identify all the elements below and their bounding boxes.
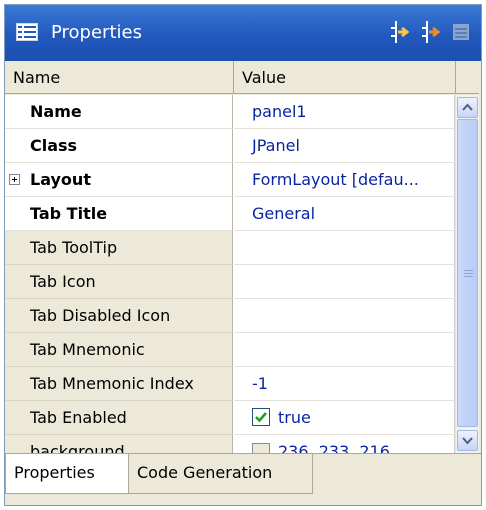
tab-code-generation[interactable]: Code Generation bbox=[129, 454, 313, 494]
panel-title: Properties bbox=[51, 22, 142, 43]
property-name: Name bbox=[5, 95, 233, 129]
column-header-corner bbox=[456, 61, 479, 94]
property-row-class[interactable]: Class JPanel bbox=[5, 129, 455, 163]
expand-plus-icon[interactable] bbox=[9, 174, 20, 185]
view-options-button[interactable] bbox=[448, 19, 474, 45]
view-icon bbox=[453, 24, 469, 40]
properties-icon bbox=[16, 23, 38, 41]
expand-all-button[interactable] bbox=[386, 19, 412, 45]
column-header-name[interactable]: Name bbox=[5, 61, 234, 94]
grip-line bbox=[464, 273, 473, 274]
property-value[interactable]: -1 bbox=[234, 367, 455, 401]
property-row-tab-tooltip[interactable]: Tab ToolTip bbox=[5, 231, 455, 265]
property-name: Tab ToolTip bbox=[5, 231, 233, 265]
property-row-tab-title[interactable]: Tab Title General bbox=[5, 197, 455, 231]
property-value[interactable]: General bbox=[234, 197, 455, 231]
grid-header: Name Value bbox=[5, 61, 479, 95]
property-value[interactable] bbox=[234, 265, 455, 299]
checkbox-label: true bbox=[278, 408, 311, 427]
property-value[interactable]: panel1 bbox=[234, 95, 455, 129]
property-row-tab-disabled-icon[interactable]: Tab Disabled Icon bbox=[5, 299, 455, 333]
collapse-all-button[interactable] bbox=[417, 19, 443, 45]
scroll-thumb[interactable] bbox=[457, 119, 478, 427]
property-value[interactable] bbox=[234, 299, 455, 333]
property-row-background[interactable]: background 236, 233, 216 bbox=[5, 435, 455, 453]
property-row-tab-mnemonic-index[interactable]: Tab Mnemonic Index -1 bbox=[5, 367, 455, 401]
property-value[interactable]: JPanel bbox=[234, 129, 455, 163]
property-name: Tab Icon bbox=[5, 265, 233, 299]
property-name: Tab Mnemonic Index bbox=[5, 367, 233, 401]
property-name-cell: Layout bbox=[5, 163, 233, 197]
property-name: Tab Title bbox=[5, 197, 233, 231]
grip-line bbox=[464, 270, 473, 271]
column-header-value[interactable]: Value bbox=[234, 61, 456, 94]
property-value-cell: 236, 233, 216 bbox=[234, 435, 455, 453]
property-row-tab-enabled[interactable]: Tab Enabled true bbox=[5, 401, 455, 435]
expand-all-icon bbox=[391, 21, 410, 43]
tab-properties[interactable]: Properties bbox=[5, 454, 129, 494]
property-name: Tab Enabled bbox=[5, 401, 233, 435]
property-value[interactable] bbox=[234, 333, 455, 367]
color-swatch[interactable] bbox=[252, 443, 270, 453]
property-value[interactable]: FormLayout [defau... bbox=[234, 163, 455, 197]
bottom-tab-bar: Properties Code Generation bbox=[5, 453, 481, 505]
property-row-tab-mnemonic[interactable]: Tab Mnemonic bbox=[5, 333, 455, 367]
property-value[interactable] bbox=[234, 231, 455, 265]
property-name: Layout bbox=[30, 170, 91, 189]
scroll-up-button[interactable] bbox=[457, 97, 478, 118]
scroll-down-button[interactable] bbox=[457, 430, 478, 451]
vertical-scrollbar[interactable] bbox=[455, 95, 479, 453]
chevron-down-icon bbox=[462, 437, 473, 445]
property-name: background bbox=[5, 435, 233, 453]
properties-panel: Properties Name Value Name panel1 Class … bbox=[4, 4, 482, 506]
chevron-up-icon bbox=[462, 103, 473, 111]
property-name: Tab Disabled Icon bbox=[5, 299, 233, 333]
property-grid: Name Value Name panel1 Class JPanel Layo… bbox=[5, 61, 479, 453]
collapse-all-icon bbox=[422, 21, 441, 43]
property-name: Class bbox=[5, 129, 233, 163]
panel-titlebar: Properties bbox=[5, 5, 481, 61]
enabled-checkbox[interactable] bbox=[252, 408, 270, 426]
property-rows: Name panel1 Class JPanel Layout FormLayo… bbox=[5, 95, 455, 453]
checkmark-icon bbox=[255, 412, 267, 423]
property-value-cell: true bbox=[234, 401, 455, 435]
property-name: Tab Mnemonic bbox=[5, 333, 233, 367]
property-row-tab-icon[interactable]: Tab Icon bbox=[5, 265, 455, 299]
property-row-name[interactable]: Name panel1 bbox=[5, 95, 455, 129]
property-row-layout[interactable]: Layout FormLayout [defau... bbox=[5, 163, 455, 197]
color-value[interactable]: 236, 233, 216 bbox=[278, 435, 390, 453]
grip-line bbox=[464, 276, 473, 277]
